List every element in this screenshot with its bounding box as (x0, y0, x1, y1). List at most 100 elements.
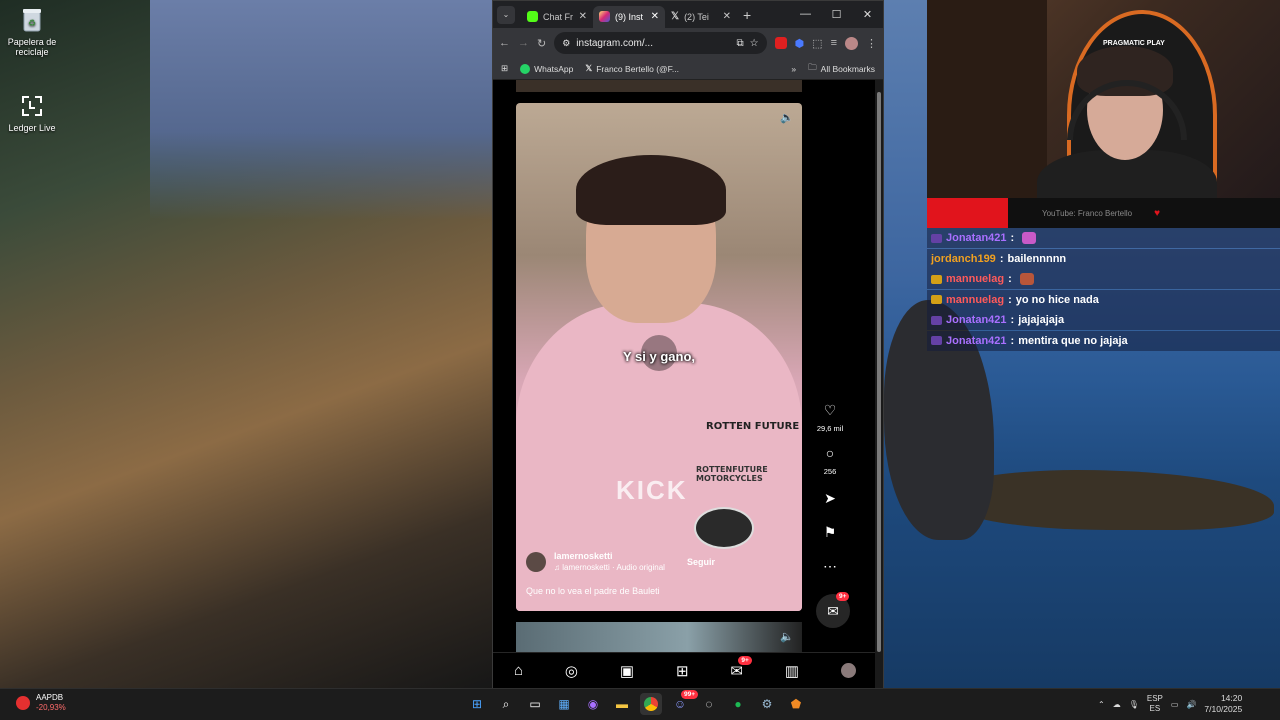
audio-label[interactable]: lamernosketti · Audio original (562, 563, 665, 572)
chat-username[interactable]: Jonatan421 (946, 232, 1007, 244)
wallpaper-sky (150, 0, 492, 220)
chat-username[interactable]: Jonatan421 (946, 314, 1007, 326)
tab-search-icon[interactable]: ⌄ (497, 5, 515, 24)
clock[interactable]: 14:20 7/10/2025 (1204, 693, 1242, 715)
lang-bottom: ES (1149, 704, 1161, 713)
steam-icon[interactable]: ⚙ (756, 693, 778, 715)
page-scrollbar[interactable] (875, 80, 883, 688)
reel-video[interactable]: ROTTEN FUTURE ROTTENFUTURE MOTORCYCLES Y… (516, 103, 802, 611)
chevron-right-icon[interactable]: » (791, 64, 796, 74)
task-view-icon[interactable]: ▭ (524, 693, 546, 715)
direct-messages-icon[interactable]: ✉ 9+ (730, 655, 752, 680)
site-info-icon[interactable]: ⚙ (562, 38, 570, 49)
media-controls-icon[interactable]: ≡ (831, 37, 837, 49)
adblock-icon[interactable] (774, 37, 787, 49)
close-window-icon[interactable]: ✕ (852, 8, 883, 21)
address-bar[interactable]: ⚙ instagram.com/... ⧉ ☆ (554, 32, 767, 54)
speaker-icon[interactable]: 🔊 (1186, 700, 1196, 709)
bookmark-franco-x[interactable]: 𝕏 Franco Bertello (@F... (585, 63, 679, 74)
music-note-icon: ♫ (554, 563, 560, 572)
back-icon[interactable]: ← (499, 37, 510, 49)
browser-window: ⌄ Chat Fr ✕ (9) Inst ✕ 𝕏 (2) Tei ✕ + — ☐… (492, 0, 884, 688)
comment-icon[interactable]: ○ (826, 445, 834, 461)
discord-icon[interactable]: ☺ 99+ (669, 690, 699, 715)
tab-label: (2) Tei (684, 11, 709, 22)
bookmark-whatsapp[interactable]: WhatsApp (520, 63, 574, 74)
x-favicon: 𝕏 (671, 11, 680, 22)
cloud-icon[interactable]: ☁ (1113, 700, 1121, 709)
chrome-icon[interactable] (640, 693, 662, 715)
chat-badge-icon (931, 233, 942, 243)
close-icon[interactable]: ✕ (579, 11, 587, 22)
instagram-bottom-nav: ⌂ ◎ ▣ ⊞ ✉ 9+ ▥ (493, 652, 877, 688)
app-orange-icon[interactable]: ⬟ (785, 693, 807, 715)
chat-separator: : (999, 252, 1004, 265)
author-username[interactable]: lamernosketti (554, 551, 665, 561)
stock-widget[interactable]: AAPDB -20,93% (16, 693, 66, 713)
microphone-icon[interactable]: 🎙 (1129, 700, 1139, 709)
stock-down-icon (16, 696, 30, 710)
extensions-icon[interactable]: ⬚ (812, 37, 822, 50)
bookmark-star-icon[interactable]: ☆ (750, 38, 759, 49)
chat-username[interactable]: mannuelag (946, 294, 1004, 306)
home-icon[interactable]: ⌂ (514, 662, 523, 679)
reel-caption: Que no lo vea el padre de Bauleti (526, 586, 660, 596)
chat-separator: : (1010, 232, 1015, 244)
cast-icon[interactable]: ⧉ (736, 38, 743, 49)
forward-icon[interactable]: → (518, 37, 529, 49)
chevron-up-icon[interactable]: ⌃ (1098, 700, 1105, 709)
spotify-icon[interactable]: ● (727, 693, 749, 715)
close-icon[interactable]: ✕ (651, 11, 659, 22)
chat-username[interactable]: jordanch199 (931, 253, 996, 265)
stock-change: -20,93% (36, 703, 66, 712)
new-tab-icon[interactable]: + (743, 7, 751, 23)
like-icon[interactable]: ♡ (824, 402, 837, 418)
create-icon[interactable]: ⊞ (676, 662, 689, 680)
store-icon[interactable]: ▦ (553, 693, 575, 715)
close-icon[interactable]: ✕ (723, 11, 731, 22)
chat-username[interactable]: mannuelag (946, 273, 1004, 285)
follow-button[interactable]: Seguir (687, 557, 715, 567)
chat-text: bailennnnn (1007, 252, 1067, 265)
tab-kick-chat[interactable]: Chat Fr ✕ (521, 6, 593, 28)
like-count: 29,6 mil (816, 424, 844, 433)
reels-icon[interactable]: ▣ (620, 662, 634, 680)
language-indicator[interactable]: ESP ES (1147, 694, 1163, 714)
more-options-icon[interactable]: ⋯ (823, 558, 837, 574)
maximize-icon[interactable]: ☐ (821, 8, 852, 21)
obs-icon[interactable]: ◌ (698, 693, 720, 715)
explore-icon[interactable]: ◎ (565, 662, 578, 680)
volume-icon[interactable]: 🔈 (780, 111, 794, 124)
whatsapp-icon (520, 63, 531, 74)
tab-x[interactable]: 𝕏 (2) Tei ✕ (665, 6, 737, 28)
network-icon[interactable]: ▭ (1171, 700, 1179, 709)
extension-blue-icon[interactable]: ⬢ (795, 37, 805, 50)
stock-name: AAPDB (36, 693, 64, 702)
reload-icon[interactable]: ↻ (537, 37, 546, 50)
tab-instagram[interactable]: (9) Inst ✕ (593, 5, 665, 28)
webcam-bar: YouTube: Franco Bertello ♥ (927, 198, 1280, 228)
app-purple-icon[interactable]: ◉ (582, 693, 604, 715)
apps-icon[interactable]: ⊞ (501, 63, 508, 74)
insights-icon[interactable]: ▥ (785, 662, 799, 680)
minimize-icon[interactable]: — (790, 8, 821, 21)
profile-avatar[interactable] (840, 663, 856, 678)
bookmark-label: WhatsApp (534, 63, 574, 74)
start-icon[interactable]: ⊞ (466, 693, 488, 715)
scrollbar-thumb[interactable] (877, 92, 881, 652)
volume-icon[interactable]: 🔈 (780, 630, 794, 643)
share-icon[interactable]: ➤ (824, 490, 836, 506)
author-avatar[interactable] (526, 551, 546, 572)
file-explorer-icon[interactable]: ▬ (611, 693, 633, 715)
desktop-icon-ledger-live[interactable]: Ledger Live (0, 92, 64, 133)
desktop-icon-recycle-bin[interactable]: ♻ Papelera de reciclaje (0, 6, 64, 57)
video-subtitle: Y si y gano, (622, 349, 695, 364)
save-icon[interactable]: ⚑ (824, 524, 837, 540)
all-bookmarks[interactable]: 🗀 All Bookmarks (808, 62, 875, 76)
menu-icon[interactable]: ⋮ (866, 37, 877, 50)
chat-username[interactable]: Jonatan421 (946, 335, 1007, 347)
bookmarks-bar: ⊞ WhatsApp 𝕏 Franco Bertello (@F... » 🗀 … (493, 58, 883, 80)
profile-avatar[interactable] (845, 36, 858, 50)
messages-button[interactable]: ✉ 9+ (816, 592, 850, 628)
search-icon[interactable]: ⌕ (495, 693, 517, 715)
